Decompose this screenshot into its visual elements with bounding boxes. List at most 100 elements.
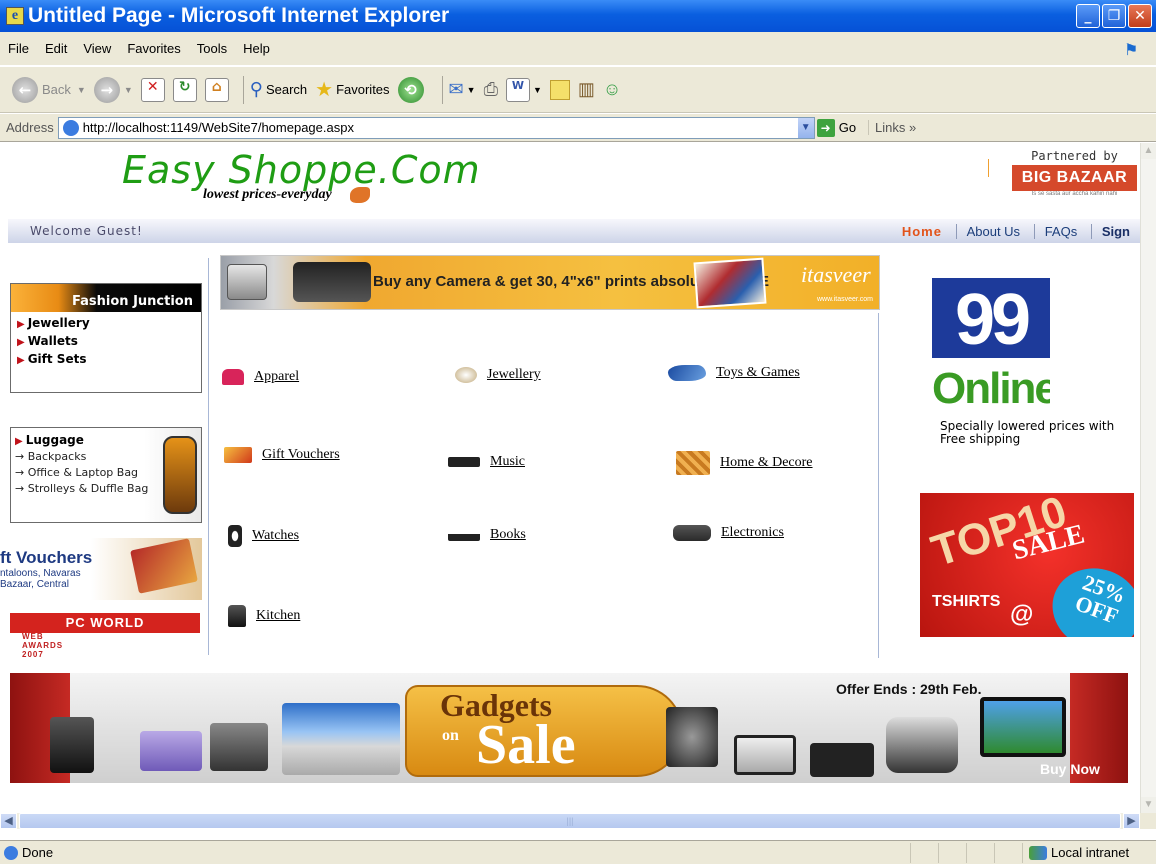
nav-faqs[interactable]: FAQs (1033, 223, 1088, 239)
status-cell (966, 842, 994, 863)
intranet-icon (1029, 845, 1047, 860)
category-apparel[interactable]: Apparel (222, 369, 299, 385)
history-button[interactable]: ⟲ (397, 76, 428, 103)
category-home-decore[interactable]: Home & Decore (676, 451, 813, 475)
banner-url: www.itasveer.com (817, 296, 874, 303)
category-books[interactable]: Books (448, 527, 526, 543)
close-button[interactable]: ✕ (1128, 4, 1152, 28)
messenger-button[interactable]: ☺ (603, 79, 621, 100)
history-icon: ⟲ (397, 76, 424, 103)
star-icon: ★ (315, 79, 334, 101)
category-music[interactable]: Music (448, 454, 525, 470)
go-button[interactable]: ➜ Go (816, 118, 856, 137)
fashion-item[interactable]: ▶ Wallets (17, 335, 201, 348)
refresh-icon: ↻ (172, 77, 197, 102)
messenger-icon: ☺ (602, 79, 622, 99)
print-button[interactable]: ⎙ (484, 79, 498, 100)
refresh-button[interactable]: ↻ (172, 77, 197, 102)
menu-edit[interactable]: Edit (37, 41, 75, 56)
menu-help[interactable]: Help (235, 41, 278, 56)
menu-bar: File Edit View Favorites Tools Help (0, 32, 1156, 66)
fashion-item[interactable]: ▶ Gift Sets (17, 353, 201, 366)
category-jewellery[interactable]: Jewellery (455, 367, 541, 383)
nav-about-us[interactable]: About Us (955, 223, 1031, 239)
favorites-button[interactable]: ★ Favorites (315, 77, 389, 102)
laptop-icon (282, 703, 400, 775)
top10-sale-ad[interactable]: TOP10 SALE TSHIRTS @ 25% OFF (920, 493, 1134, 637)
boombox-icon (673, 525, 711, 541)
pcworld-sub: WEB AWARDS 2007 (22, 632, 64, 659)
pcworld-logo[interactable]: PC WORLD (10, 613, 200, 633)
menu-favorites[interactable]: Favorites (119, 41, 188, 56)
address-label: Address (6, 120, 54, 135)
horizontal-scrollbar[interactable]: ◀ ||| ▶ (0, 813, 1140, 829)
scroll-right-button[interactable]: ▶ (1123, 813, 1140, 829)
nav-strip: Welcome Guest! Home About Us FAQs Sign (8, 219, 1140, 243)
hand-icon (350, 187, 370, 203)
page-content: Easy Shoppe.Com lowest prices-everyday P… (0, 143, 1140, 813)
camera-offer-banner[interactable]: Buy any Camera & get 30, 4"x6" prints ab… (220, 255, 880, 310)
back-button[interactable]: ← Back ▼ (12, 76, 86, 103)
nav-home[interactable]: Home (892, 224, 952, 239)
category-kitchen[interactable]: Kitchen (228, 605, 300, 627)
partner-divider (988, 159, 989, 177)
nav-sign[interactable]: Sign (1090, 223, 1140, 239)
search-icon: ⚲ (249, 79, 263, 99)
back-label: Back (42, 82, 71, 97)
vertical-scrollbar[interactable]: ▲ ▼ (1140, 143, 1156, 813)
gift-vouchers-ad[interactable]: ft Vouchers ntaloons, Navaras Bazaar, Ce… (0, 538, 202, 600)
minimize-button[interactable]: _ (1076, 4, 1100, 28)
luggage-ad[interactable]: ▶ Luggage → Backpacks → Office & Laptop B… (10, 427, 202, 523)
site-tagline: lowest prices-everyday (203, 187, 332, 202)
gadgets-line2: on (442, 727, 459, 744)
menu-tools[interactable]: Tools (189, 41, 235, 56)
forward-button[interactable]: → ▼ (93, 76, 133, 103)
scroll-up-button[interactable]: ▲ (1141, 143, 1156, 159)
scroll-left-button[interactable]: ◀ (0, 813, 17, 829)
promo-99-ad[interactable]: 99 Online (932, 278, 1050, 418)
book-icon (448, 529, 480, 541)
menu-file[interactable]: File (0, 41, 37, 56)
home-button[interactable]: ⌂ (204, 77, 229, 102)
forward-arrow-icon: → (93, 76, 120, 103)
security-zone: Local intranet (1022, 842, 1156, 863)
category-watches[interactable]: Watches (228, 525, 299, 547)
mail-button[interactable]: ✉ ▼ (449, 79, 476, 100)
monitor-icon (980, 697, 1066, 757)
fashion-item[interactable]: ▶ Jewellery (17, 317, 201, 330)
scroll-thumb[interactable]: ||| (19, 813, 1121, 829)
page-icon (62, 119, 79, 136)
promo99-number: 99 (954, 280, 1031, 360)
edit-button[interactable]: W ▼ (505, 77, 542, 102)
scroll-corner (1140, 813, 1156, 829)
category-electronics[interactable]: Electronics (673, 525, 784, 541)
status-text: Done (22, 845, 54, 860)
site-logo[interactable]: Easy Shoppe.Com (122, 148, 481, 192)
scroll-down-button[interactable]: ▼ (1141, 797, 1156, 813)
toolbar-separator (441, 75, 443, 104)
discuss-button[interactable] (549, 79, 570, 100)
links-button[interactable]: Links » (868, 120, 916, 135)
welcome-text: Welcome Guest! (30, 224, 143, 238)
address-input[interactable]: http://localhost:1149/WebSite7/homepage.… (57, 116, 815, 139)
zone-text: Local intranet (1051, 845, 1130, 860)
research-button[interactable]: ▥ (578, 79, 595, 100)
gadgets-sale-banner[interactable]: Gadgets on Sale Offer Ends : 29th Feb. B… (10, 673, 1128, 783)
menu-view[interactable]: View (75, 41, 119, 56)
fashion-junction-ad[interactable]: Fashion Junction ▶ Jewellery ▶ Wallets ▶ Gi… (10, 283, 202, 393)
gadgets-line3: Sale (476, 714, 576, 776)
buy-now-button[interactable]: Buy Now (1040, 761, 1100, 777)
category-toys-games[interactable]: Toys & Games (668, 365, 800, 381)
stop-icon: ✕ (140, 77, 165, 102)
address-dropdown-button[interactable]: ▼ (797, 117, 814, 138)
search-button[interactable]: ⚲ Search (250, 79, 307, 100)
category-gift-vouchers[interactable]: Gift Vouchers (224, 447, 340, 463)
maximize-button[interactable]: ❐ (1102, 4, 1126, 28)
partner-logo[interactable]: Partnered by BIG BAZAAR Is se sasta aur … (1012, 149, 1137, 197)
address-bar: Address http://localhost:1149/WebSite7/h… (0, 114, 1156, 142)
camcorder-icon (210, 723, 268, 771)
status-cell (994, 842, 1022, 863)
stop-button[interactable]: ✕ (140, 77, 165, 102)
status-cell (910, 842, 938, 863)
partner-label: Partnered by (1031, 149, 1118, 163)
